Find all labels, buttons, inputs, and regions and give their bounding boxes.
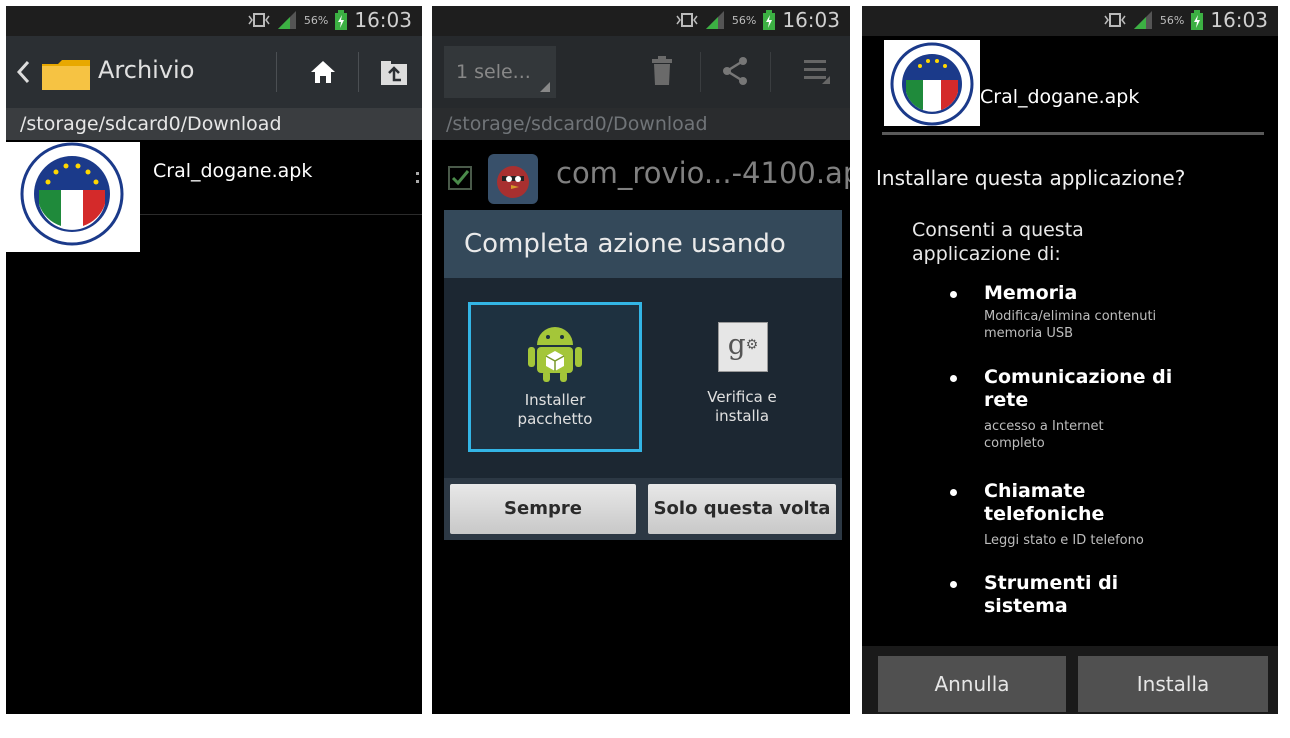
signal-icon (1133, 11, 1152, 29)
divider (276, 52, 277, 92)
back-icon[interactable] (16, 60, 30, 84)
chooser-screen: 56% 16:03 1 sele... /storage/sdcard0/Dow… (432, 6, 850, 714)
app-logo (6, 142, 140, 252)
clock: 16:03 (782, 8, 840, 32)
selection-action-bar: 1 sele... (432, 36, 850, 108)
status-bar: 56% 16:03 (862, 6, 1278, 36)
app-logo (884, 40, 980, 126)
list-item[interactable]: com_rovio...-4100.apk (432, 142, 850, 212)
divider (358, 52, 359, 92)
option-verify-install[interactable]: g⚙ Verifica e installa (662, 302, 822, 452)
divider (882, 132, 1264, 135)
google-settings-icon: g⚙ (718, 322, 768, 372)
file-name: com_rovio...-4100.apk (556, 156, 850, 190)
option-label: Verifica e installa (707, 388, 777, 425)
list-item[interactable]: Cral_dogane.apk (6, 142, 422, 252)
signal-icon (277, 11, 296, 29)
consent-text: Consenti a questa applicazione di: (912, 219, 1084, 265)
battery-percent: 56% (303, 13, 329, 27)
share-icon[interactable] (722, 56, 748, 86)
dialog-buttons: Sempre Solo questa volta (444, 478, 842, 540)
permission-desc: Leggi stato e ID telefono (984, 533, 1144, 548)
divider (700, 52, 701, 92)
status-bar: 56% 16:03 (432, 6, 850, 36)
folder-icon (42, 60, 90, 90)
vibrate-icon (248, 13, 270, 27)
selection-spinner[interactable]: 1 sele... (444, 46, 556, 98)
button-bar: Annulla Installa (862, 646, 1278, 714)
breadcrumb: /storage/sdcard0/Download (6, 108, 422, 140)
battery-charging-icon (1191, 10, 1204, 30)
android-installer-icon (528, 327, 582, 382)
permission-title: Comunicazione di rete (984, 366, 1173, 411)
angry-birds-icon (488, 154, 538, 204)
permission-title: Strumenti di sistema (984, 572, 1119, 617)
vibrate-icon (1104, 13, 1126, 27)
dialog-title: Completa azione usando (444, 210, 842, 278)
clock: 16:03 (1210, 8, 1268, 32)
dialog-options: Installer pacchetto g⚙ Verifica e instal… (444, 278, 842, 478)
clock: 16:03 (354, 8, 412, 32)
divider (770, 52, 771, 92)
file-manager-screen: 56% 16:03 Archivio /storage/sdcard0/Down… (6, 6, 422, 714)
complete-action-dialog: Completa azione usando Installer pacchet… (444, 210, 842, 540)
permission-title: Memoria (984, 282, 1078, 304)
cancel-button[interactable]: Annulla (878, 656, 1066, 712)
always-button[interactable]: Sempre (450, 484, 636, 534)
option-installer-package[interactable]: Installer pacchetto (468, 302, 642, 452)
file-name: Cral_dogane.apk (153, 160, 313, 182)
home-icon[interactable] (310, 60, 336, 84)
battery-percent: 56% (1159, 13, 1185, 27)
breadcrumb: /storage/sdcard0/Download (432, 108, 850, 140)
option-label: Installer pacchetto (517, 391, 593, 428)
permission-desc: accesso a Internet completo (984, 419, 1104, 451)
parent-folder-icon[interactable] (380, 60, 408, 86)
selection-count: 1 sele... (456, 61, 531, 83)
battery-charging-icon (335, 10, 348, 30)
install-question: Installare questa applicazione? (876, 166, 1186, 190)
signal-icon (705, 11, 724, 29)
menu-icon[interactable] (804, 60, 832, 84)
just-once-button[interactable]: Solo questa volta (648, 484, 836, 534)
permission-desc: Modifica/elimina contenuti memoria USB (984, 309, 1157, 341)
action-bar: Archivio (6, 36, 422, 108)
app-name: Cral_dogane.apk (980, 86, 1140, 108)
trash-icon[interactable] (650, 56, 674, 86)
permission-title: Chiamate telefoniche (984, 480, 1105, 525)
install-button[interactable]: Installa (1078, 656, 1268, 712)
install-screen: 56% 16:03 Cral_dogane.apk Installare que… (862, 6, 1278, 714)
app-title: Archivio (98, 56, 195, 84)
battery-percent: 56% (731, 13, 757, 27)
battery-charging-icon (763, 10, 776, 30)
status-bar: 56% 16:03 (6, 6, 422, 36)
vibrate-icon (676, 13, 698, 27)
checkbox[interactable] (448, 166, 472, 190)
overflow-icon[interactable] (416, 172, 420, 184)
